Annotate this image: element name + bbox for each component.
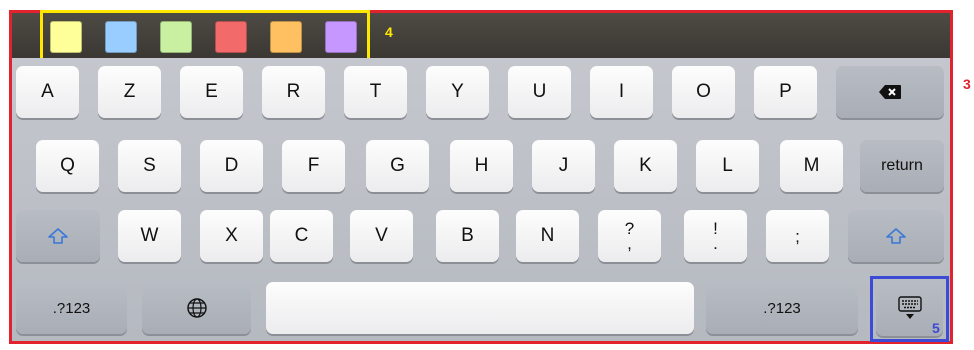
key-r[interactable]: R <box>262 66 325 118</box>
key-semicolon-top: ; <box>795 226 800 246</box>
shift-key-right[interactable] <box>848 210 944 262</box>
key-comma-bottom: , <box>627 234 632 253</box>
shift-icon <box>47 227 69 245</box>
key-j[interactable]: J <box>532 140 595 192</box>
key-n[interactable]: N <box>516 210 579 262</box>
key-semicolon[interactable]: ; <box>766 210 829 262</box>
key-exclaim-period[interactable]: ! . <box>684 210 747 262</box>
key-s[interactable]: S <box>118 140 181 192</box>
key-t[interactable]: T <box>344 66 407 118</box>
shift-icon <box>885 227 907 245</box>
key-c[interactable]: C <box>270 210 333 262</box>
marker-keyboard: 3 <box>963 76 971 92</box>
marker-color-toolbar: 4 <box>385 24 393 40</box>
shift-key-left[interactable] <box>16 210 100 262</box>
key-question-comma[interactable]: ? , <box>598 210 661 262</box>
key-y[interactable]: Y <box>426 66 489 118</box>
key-p[interactable]: P <box>754 66 817 118</box>
return-key[interactable]: return <box>860 140 944 192</box>
key-g[interactable]: G <box>366 140 429 192</box>
key-w[interactable]: W <box>118 210 181 262</box>
key-q[interactable]: Q <box>36 140 99 192</box>
key-u[interactable]: U <box>508 66 571 118</box>
key-z[interactable]: Z <box>98 66 161 118</box>
key-b[interactable]: B <box>436 210 499 262</box>
key-d[interactable]: D <box>200 140 263 192</box>
key-l[interactable]: L <box>696 140 759 192</box>
numbers-key-left[interactable]: .?123 <box>16 282 127 334</box>
space-key[interactable] <box>266 282 694 334</box>
key-f[interactable]: F <box>282 140 345 192</box>
numbers-key-right[interactable]: .?123 <box>706 282 858 334</box>
key-m[interactable]: M <box>780 140 843 192</box>
key-a[interactable]: A <box>16 66 79 118</box>
key-k[interactable]: K <box>614 140 677 192</box>
key-x[interactable]: X <box>200 210 263 262</box>
globe-key[interactable] <box>142 282 251 334</box>
key-h[interactable]: H <box>450 140 513 192</box>
backspace-key[interactable] <box>836 66 944 118</box>
key-e[interactable]: E <box>180 66 243 118</box>
globe-icon <box>186 297 208 319</box>
marker-dismiss-key: 5 <box>932 320 940 336</box>
key-i[interactable]: I <box>590 66 653 118</box>
key-v[interactable]: V <box>350 210 413 262</box>
backspace-icon <box>878 84 902 100</box>
color-toolbar-highlight <box>40 10 370 64</box>
key-period-bottom: . <box>713 234 718 253</box>
key-o[interactable]: O <box>672 66 735 118</box>
